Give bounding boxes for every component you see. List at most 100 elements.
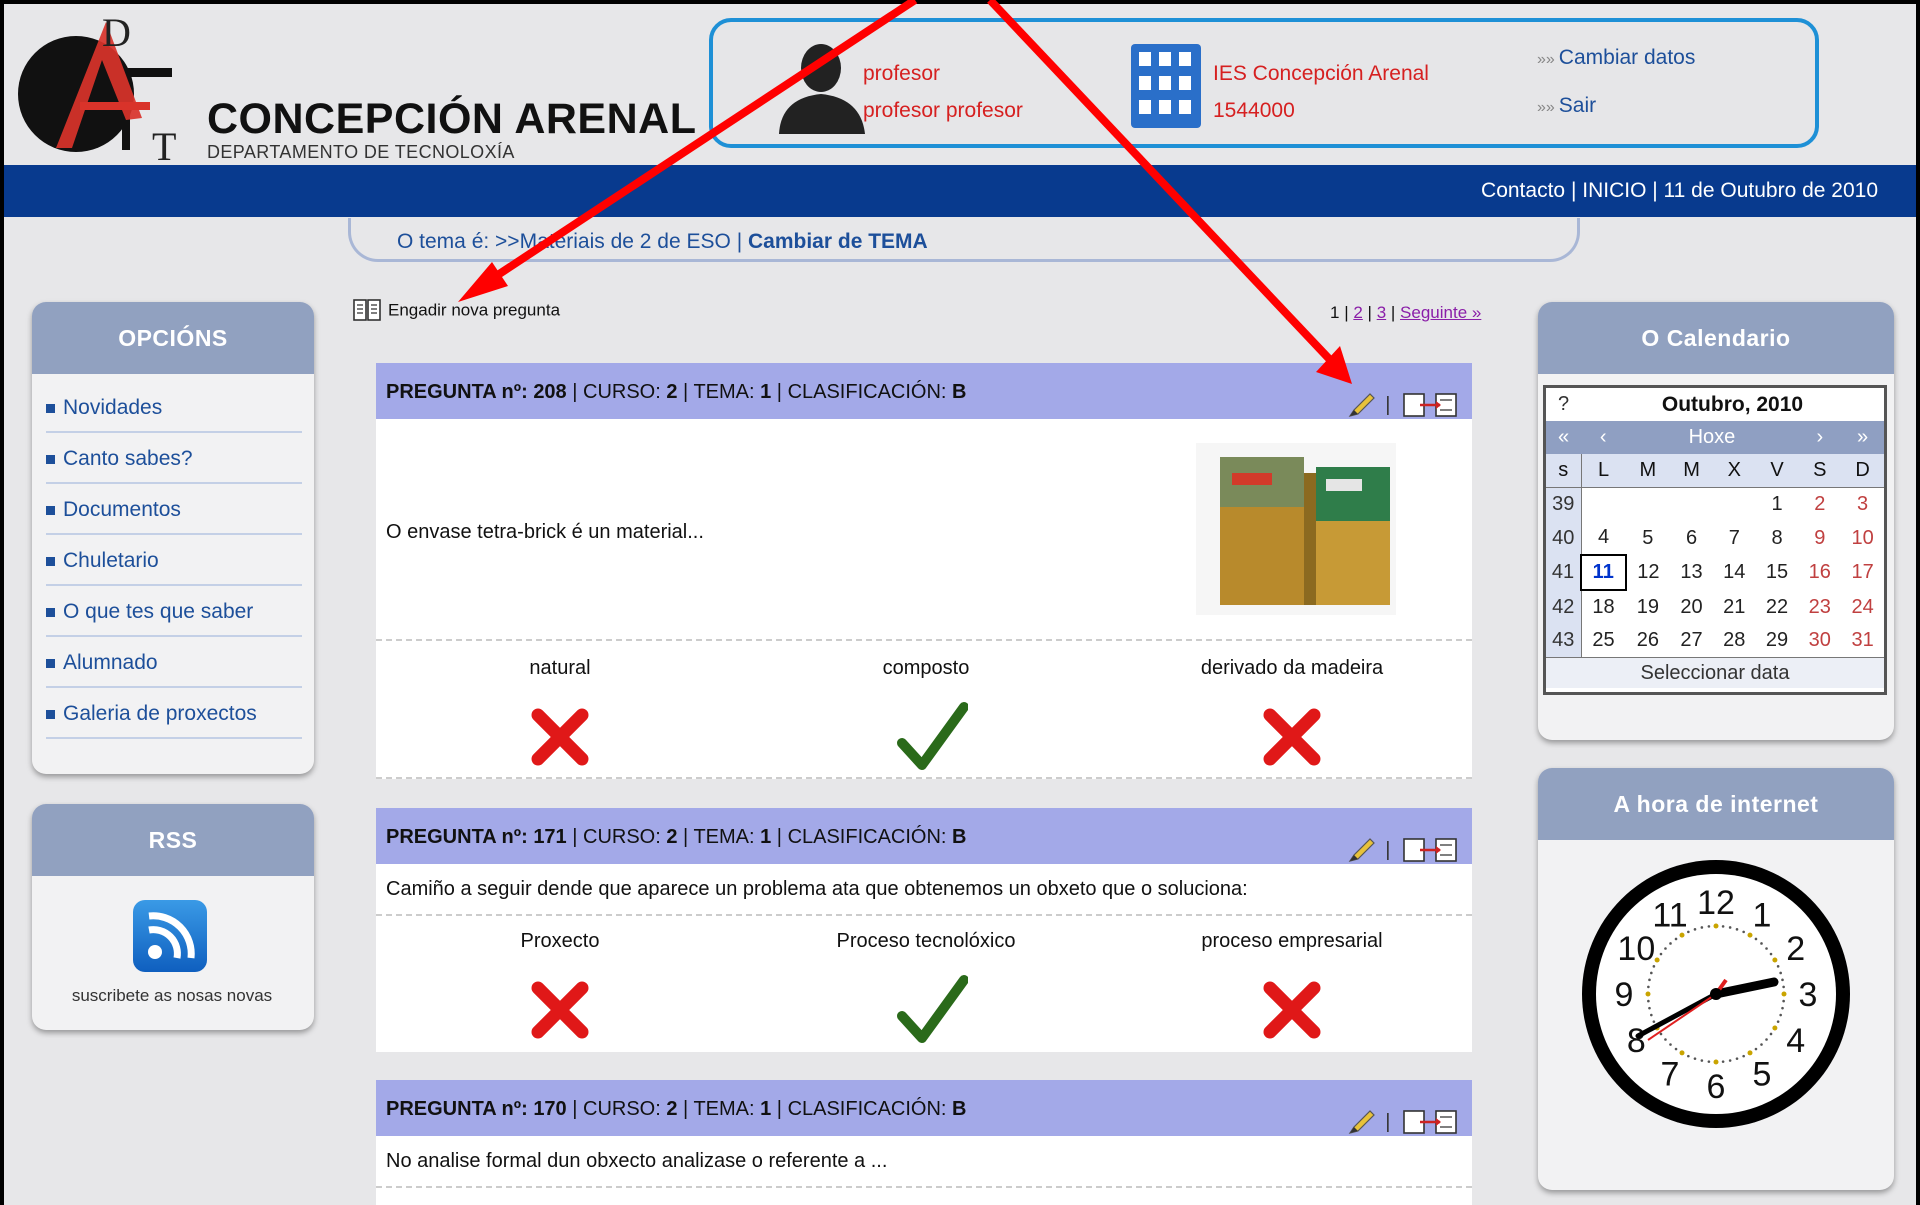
logout-link[interactable]: »» Sair xyxy=(1537,94,1596,118)
menu-label: O que tes que saber xyxy=(63,600,254,623)
clock-tick xyxy=(1693,928,1697,931)
clock-tick xyxy=(1652,965,1656,968)
calendar-day[interactable]: 24 xyxy=(1841,590,1884,624)
menu-item-alumnado[interactable]: Alumnado xyxy=(46,637,302,688)
calendar-day[interactable]: 9 xyxy=(1798,521,1841,555)
menu-label: Chuletario xyxy=(63,549,159,572)
clock-tick xyxy=(1782,999,1785,1003)
topic-value: 1 xyxy=(760,826,772,848)
edit-pencil-icon[interactable] xyxy=(1346,1107,1376,1137)
question-label: PREGUNTA nº: xyxy=(386,1098,528,1120)
calendar-empty-cell xyxy=(1581,488,1626,522)
clock-tick xyxy=(1693,1057,1697,1060)
user-info-box: profesor profesor profesor IES Concepció… xyxy=(709,18,1819,148)
calendar-month: Outubro, 2010 xyxy=(1661,392,1804,416)
move-question-icon[interactable] xyxy=(1400,1108,1460,1136)
clock-tick xyxy=(1760,942,1763,945)
next-year-button[interactable]: » xyxy=(1841,421,1884,454)
calendar-help-button[interactable]: ? xyxy=(1546,388,1581,421)
calendar-day[interactable]: 10 xyxy=(1841,521,1884,555)
classification-value: B xyxy=(952,381,967,403)
clock-tick xyxy=(1687,1054,1690,1058)
calendar-day-today[interactable]: 11 xyxy=(1580,554,1627,591)
edit-pencil-icon[interactable] xyxy=(1346,835,1376,865)
select-date-button[interactable]: Seleccionar data xyxy=(1546,657,1884,688)
contact-link[interactable]: Contacto xyxy=(1481,179,1565,202)
menu-item-novidades[interactable]: Novidades xyxy=(46,382,302,433)
clock-tick xyxy=(1765,1038,1768,1041)
edit-pencil-icon[interactable] xyxy=(1346,390,1376,420)
calendar-day[interactable]: 17 xyxy=(1841,555,1884,590)
calendar-day[interactable]: 18 xyxy=(1581,590,1626,624)
clock-tick xyxy=(1674,1047,1678,1051)
clock-number: 5 xyxy=(1753,1056,1772,1094)
calendar-day[interactable]: 13 xyxy=(1670,555,1713,590)
calendar-day[interactable]: 5 xyxy=(1626,521,1671,555)
menu-item-chuletario[interactable]: Chuletario xyxy=(46,535,302,586)
calendar-day[interactable]: 27 xyxy=(1670,624,1713,657)
clock-tick xyxy=(1747,1050,1753,1056)
calendar-day[interactable]: 25 xyxy=(1581,624,1626,657)
calendar-day[interactable]: 14 xyxy=(1713,555,1756,590)
bullet-icon xyxy=(46,709,55,719)
calendar-day[interactable]: 23 xyxy=(1798,590,1841,624)
next-page-link[interactable]: Seguinte » xyxy=(1400,303,1481,322)
calendar-day[interactable]: 16 xyxy=(1798,555,1841,590)
clock-tick xyxy=(1742,930,1745,934)
menu-label: Canto sabes? xyxy=(63,447,193,470)
calendar-day[interactable]: 12 xyxy=(1626,555,1671,590)
bullet-icon xyxy=(46,556,55,566)
menu-item-canto-sabes[interactable]: Canto sabes? xyxy=(46,433,302,484)
calendar-day[interactable]: 1 xyxy=(1756,488,1799,522)
building-icon xyxy=(1131,44,1201,128)
calendar-day[interactable]: 6 xyxy=(1670,521,1713,555)
page-link-3[interactable]: 3 xyxy=(1377,303,1386,322)
question-number: 171 xyxy=(533,826,567,848)
clock-tick xyxy=(1669,942,1672,945)
course-label: CURSO: xyxy=(583,381,661,403)
next-month-button[interactable]: › xyxy=(1798,421,1842,454)
question-label: PREGUNTA nº: xyxy=(386,381,528,403)
change-topic-link[interactable]: Cambiar de TEMA xyxy=(748,230,928,253)
calendar-day[interactable]: 31 xyxy=(1841,624,1884,657)
weekday-header: S xyxy=(1798,454,1842,488)
calendar-day[interactable]: 20 xyxy=(1670,590,1713,624)
course-value: 2 xyxy=(666,826,678,848)
page-link-2[interactable]: 2 xyxy=(1353,303,1362,322)
menu-item-galeria[interactable]: Galeria de proxectos xyxy=(46,688,302,739)
clock-tick xyxy=(1769,952,1773,956)
calendar-day[interactable]: 7 xyxy=(1713,521,1756,555)
prev-month-button[interactable]: ‹ xyxy=(1581,421,1626,454)
calendar-day[interactable]: 3 xyxy=(1841,488,1884,522)
menu-item-o-que-tes-que-saber[interactable]: O que tes que saber xyxy=(46,586,302,637)
menu-label: Alumnado xyxy=(63,651,158,674)
calendar-day[interactable]: 21 xyxy=(1713,590,1756,624)
calendar-day[interactable]: 28 xyxy=(1713,624,1756,657)
question-text: O envase tetra-brick é un material... xyxy=(386,521,704,543)
prev-year-button[interactable]: « xyxy=(1546,421,1581,454)
change-data-link[interactable]: »» Cambiar datos xyxy=(1537,46,1695,70)
move-question-icon[interactable] xyxy=(1400,836,1460,864)
calendar-day[interactable]: 30 xyxy=(1798,624,1841,657)
menu-item-documentos[interactable]: Documentos xyxy=(46,484,302,535)
calendar-day[interactable]: 4 xyxy=(1581,521,1626,555)
clock-tick xyxy=(1769,1032,1773,1036)
rss-subscribe-text[interactable]: suscribete as nosas novas xyxy=(32,986,312,1006)
calendar-day[interactable]: 26 xyxy=(1626,624,1671,657)
rss-icon[interactable] xyxy=(133,900,207,972)
clock-tick xyxy=(1754,937,1758,941)
move-question-icon[interactable] xyxy=(1400,391,1460,419)
calendar-day[interactable]: 19 xyxy=(1626,590,1671,624)
clock-tick xyxy=(1648,978,1651,982)
add-question-button[interactable]: Engadir nova pregunta xyxy=(352,298,560,324)
home-link[interactable]: INICIO xyxy=(1582,179,1646,202)
calendar-day[interactable]: 2 xyxy=(1798,488,1841,522)
calendar-day[interactable]: 8 xyxy=(1756,521,1799,555)
calendar-day[interactable]: 22 xyxy=(1756,590,1799,624)
calendar-day[interactable]: 29 xyxy=(1756,624,1799,657)
today-button[interactable]: Hoxe xyxy=(1625,421,1799,454)
clock-tick xyxy=(1687,930,1690,934)
clock-tick xyxy=(1648,1006,1651,1010)
question-card: PREGUNTA nº: 170 | CURSO: 2 | TEMA: 1 | … xyxy=(376,1080,1472,1205)
calendar-day[interactable]: 15 xyxy=(1756,555,1799,590)
